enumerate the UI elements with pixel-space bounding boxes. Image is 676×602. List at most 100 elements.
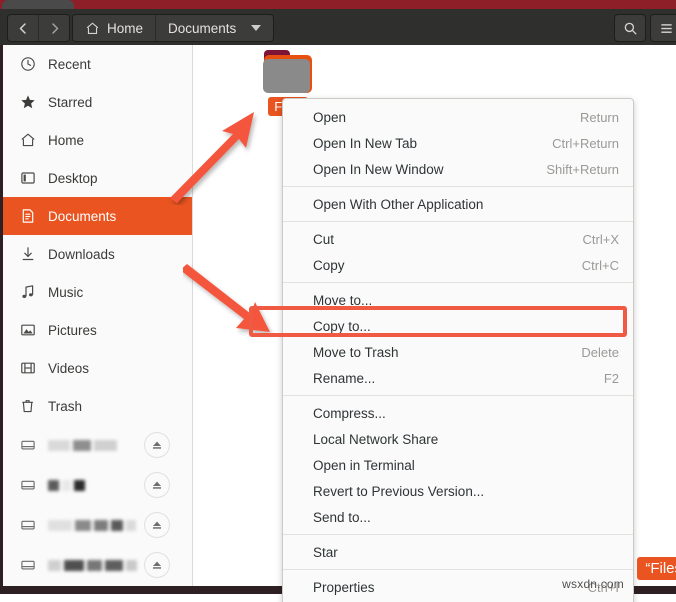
menu-accel: F2	[604, 371, 619, 386]
sidebar-drive-item[interactable]	[3, 425, 192, 465]
drive-icon	[19, 517, 36, 534]
menu-label: Revert to Previous Version...	[313, 484, 484, 499]
menu-label: Copy to...	[313, 319, 371, 334]
files-callout-tag: “Files	[637, 557, 676, 580]
menu-label: Copy	[313, 258, 345, 273]
back-button[interactable]	[8, 15, 38, 41]
menu-label: Open in Terminal	[313, 458, 415, 473]
menu-accel: Delete	[581, 345, 619, 360]
menu-separator	[283, 186, 633, 187]
sidebar-label-pictures: Pictures	[48, 323, 97, 338]
music-icon	[19, 284, 36, 301]
menu-label: Properties	[313, 580, 375, 595]
menu-label: Star	[313, 545, 338, 560]
menu-accel: Ctrl+C	[582, 258, 619, 273]
sidebar-item-downloads[interactable]: Downloads	[3, 235, 192, 273]
eject-button[interactable]	[144, 512, 170, 538]
sidebar-item-desktop[interactable]: Desktop	[3, 159, 192, 197]
sidebar-label-recent: Recent	[48, 57, 91, 72]
sidebar: Recent Starred Home	[3, 45, 193, 594]
menu-item-copy[interactable]: Copy Ctrl+C	[283, 252, 633, 278]
document-icon	[19, 208, 36, 225]
chevron-right-icon	[48, 22, 61, 35]
star-icon	[19, 94, 36, 111]
sidebar-item-starred[interactable]: Starred	[3, 83, 192, 121]
context-menu: Open Return Open In New Tab Ctrl+Return …	[282, 98, 634, 602]
navigation-button-group	[7, 14, 70, 42]
menu-item-open-in-new-window[interactable]: Open In New Window Shift+Return	[283, 156, 633, 182]
sidebar-item-pictures[interactable]: Pictures	[3, 311, 192, 349]
drive-label-redacted	[48, 520, 136, 531]
menu-item-copy-to[interactable]: Copy to...	[283, 313, 633, 339]
menu-separator	[283, 534, 633, 535]
menu-item-rename[interactable]: Rename... F2	[283, 365, 633, 391]
desktop-icon	[19, 170, 36, 187]
eject-icon	[151, 439, 163, 451]
file-list-area[interactable]: Files Open Return Open In New Tab Ctrl+R…	[193, 45, 676, 594]
menu-item-open-in-new-tab[interactable]: Open In New Tab Ctrl+Return	[283, 130, 633, 156]
drive-label-redacted	[48, 440, 117, 451]
sidebar-item-documents[interactable]: Documents	[3, 197, 192, 235]
sidebar-label-downloads: Downloads	[48, 247, 115, 262]
menu-item-revert-to-previous-version[interactable]: Revert to Previous Version...	[283, 478, 633, 504]
breadcrumb-item-documents[interactable]: Documents	[155, 15, 273, 41]
file-manager-window: Home Documents	[0, 0, 676, 602]
sidebar-item-videos[interactable]: Videos	[3, 349, 192, 387]
sidebar-label-videos: Videos	[48, 361, 89, 376]
menu-item-move-to-trash[interactable]: Move to Trash Delete	[283, 339, 633, 365]
menu-separator	[283, 282, 633, 283]
menu-item-open[interactable]: Open Return	[283, 104, 633, 130]
eject-button[interactable]	[144, 552, 170, 578]
menu-item-compress[interactable]: Compress...	[283, 400, 633, 426]
drive-label-redacted	[48, 560, 137, 571]
eject-icon	[151, 519, 163, 531]
menu-label: Open In New Tab	[313, 136, 417, 151]
sidebar-drive-item[interactable]	[3, 545, 192, 585]
sidebar-label-desktop: Desktop	[48, 171, 98, 186]
forward-button[interactable]	[38, 15, 69, 41]
eject-button[interactable]	[144, 432, 170, 458]
search-button[interactable]	[614, 14, 646, 42]
menu-item-move-to[interactable]: Move to...	[283, 287, 633, 313]
menu-label: Local Network Share	[313, 432, 438, 447]
menu-item-send-to[interactable]: Send to...	[283, 504, 633, 530]
menu-accel: Return	[580, 110, 619, 125]
menu-item-open-in-terminal[interactable]: Open in Terminal	[283, 452, 633, 478]
menu-label: Open	[313, 110, 346, 125]
eject-icon	[151, 479, 163, 491]
eject-icon	[151, 559, 163, 571]
sidebar-item-recent[interactable]: Recent	[3, 45, 192, 83]
window-content: Recent Starred Home	[0, 45, 676, 594]
drive-label-redacted	[48, 480, 85, 491]
sidebar-drive-item[interactable]	[3, 505, 192, 545]
sidebar-item-trash[interactable]: Trash	[3, 387, 192, 425]
main-menu-button[interactable]	[650, 14, 676, 42]
picture-icon	[19, 322, 36, 339]
sidebar-item-home[interactable]: Home	[3, 121, 192, 159]
breadcrumb-label-documents: Documents	[168, 21, 236, 36]
menu-item-open-with-other-application[interactable]: Open With Other Application	[283, 191, 633, 217]
header-actions	[614, 14, 676, 40]
video-icon	[19, 360, 36, 377]
download-icon	[19, 246, 36, 263]
menu-item-cut[interactable]: Cut Ctrl+X	[283, 226, 633, 252]
clock-icon	[19, 56, 36, 73]
menu-label: Open In New Window	[313, 162, 444, 177]
sidebar-item-music[interactable]: Music	[3, 273, 192, 311]
folder-icon	[262, 50, 314, 94]
menu-item-local-network-share[interactable]: Local Network Share	[283, 426, 633, 452]
eject-button[interactable]	[144, 472, 170, 498]
header-bar: Home Documents	[0, 9, 676, 46]
menu-separator	[283, 569, 633, 570]
menu-label: Open With Other Application	[313, 197, 483, 212]
breadcrumb: Home Documents	[72, 14, 274, 42]
sidebar-drive-item[interactable]	[3, 465, 192, 505]
chevron-left-icon	[17, 22, 30, 35]
sidebar-label-starred: Starred	[48, 95, 92, 110]
sidebar-label-home: Home	[48, 133, 84, 148]
home-icon	[19, 132, 36, 149]
breadcrumb-item-home[interactable]: Home	[73, 15, 155, 41]
sidebar-label-music: Music	[48, 285, 83, 300]
menu-item-star[interactable]: Star	[283, 539, 633, 565]
hamburger-menu-icon	[659, 21, 674, 36]
